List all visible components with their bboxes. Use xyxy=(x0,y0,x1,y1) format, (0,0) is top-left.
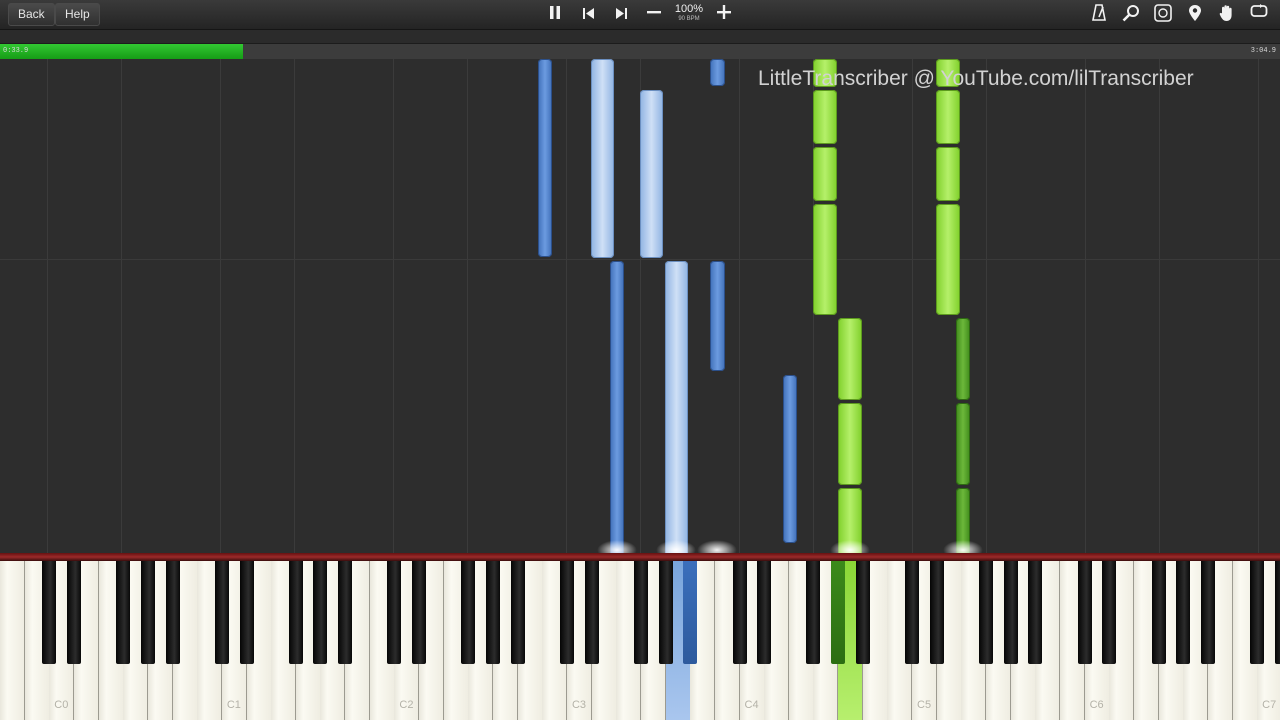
minus-icon[interactable] xyxy=(643,4,665,24)
octave-label: C4 xyxy=(744,699,759,711)
note xyxy=(591,59,614,258)
black-key[interactable] xyxy=(1200,561,1215,664)
black-key[interactable] xyxy=(559,561,574,664)
black-key[interactable] xyxy=(42,561,57,664)
black-key[interactable] xyxy=(732,561,747,664)
note xyxy=(838,403,862,485)
black-key[interactable] xyxy=(979,561,993,664)
loop-icon[interactable] xyxy=(1248,4,1270,24)
pause-icon[interactable] xyxy=(544,4,566,24)
octave-label: C1 xyxy=(226,699,241,711)
keyboard-top-rail xyxy=(0,553,1280,561)
note xyxy=(956,318,970,400)
black-key[interactable] xyxy=(412,561,427,664)
note xyxy=(813,147,837,201)
black-key[interactable] xyxy=(633,561,648,664)
black-key[interactable] xyxy=(288,561,303,664)
black-key[interactable] xyxy=(66,561,81,664)
toolbar: Back Help 100% 90 BPM xyxy=(0,0,1280,30)
note xyxy=(665,261,688,555)
black-key[interactable] xyxy=(855,561,870,664)
black-key[interactable] xyxy=(510,561,525,664)
note xyxy=(956,403,970,485)
black-key[interactable] xyxy=(1176,561,1191,664)
piano-keyboard: C0 C1 C2 C3 C4 C5 C6 C7 xyxy=(0,561,1280,720)
note xyxy=(813,204,837,315)
black-key[interactable] xyxy=(1077,561,1092,664)
note-roll: LittleTranscriber @ YouTube.com/lilTrans… xyxy=(0,59,1280,555)
octave-label: C2 xyxy=(399,699,414,711)
zoom-icon[interactable] xyxy=(1120,4,1142,24)
note xyxy=(610,261,624,555)
black-key[interactable] xyxy=(658,561,673,664)
black-key[interactable] xyxy=(929,561,944,664)
black-key[interactable] xyxy=(313,561,328,664)
tempo-label: 90 BPM xyxy=(678,16,700,22)
black-key[interactable] xyxy=(486,561,500,664)
black-key[interactable] xyxy=(1250,561,1265,664)
note xyxy=(813,90,837,144)
note xyxy=(838,318,862,400)
black-key[interactable] xyxy=(1003,561,1018,664)
skip-forward-icon[interactable] xyxy=(610,4,632,24)
note xyxy=(538,59,552,257)
black-key[interactable] xyxy=(1151,561,1166,664)
black-key[interactable] xyxy=(461,561,476,664)
speed-readout: 100% 90 BPM xyxy=(671,3,707,23)
note xyxy=(936,90,960,144)
black-key[interactable] xyxy=(1102,561,1117,664)
total-time: 3:04.9 xyxy=(1250,47,1276,55)
black-key[interactable] xyxy=(1274,561,1280,664)
metronome-icon[interactable] xyxy=(1088,4,1110,24)
black-key[interactable] xyxy=(387,561,402,664)
speed-percent: 100% xyxy=(674,3,704,15)
black-key[interactable] xyxy=(683,561,698,664)
octave-label: C6 xyxy=(1089,699,1104,711)
black-key[interactable] xyxy=(239,561,254,664)
key-signature-icon[interactable] xyxy=(1152,4,1174,24)
progress-fill xyxy=(0,44,244,59)
hand-icon[interactable] xyxy=(1216,4,1238,24)
octave-label: C7 xyxy=(1262,699,1277,711)
plus-icon[interactable] xyxy=(713,4,735,24)
octave-label: C0 xyxy=(54,699,69,711)
watermark-text: LittleTranscriber @ YouTube.com/lilTrans… xyxy=(758,67,1194,90)
note xyxy=(710,59,725,86)
elapsed-time: 0:33.9 xyxy=(3,47,29,55)
skip-back-icon[interactable] xyxy=(578,4,600,24)
note xyxy=(640,90,663,258)
black-key[interactable] xyxy=(757,561,772,664)
black-key[interactable] xyxy=(1028,561,1043,664)
black-key[interactable] xyxy=(806,561,821,664)
black-key[interactable] xyxy=(584,561,599,664)
marker-icon[interactable] xyxy=(1184,4,1206,24)
note xyxy=(783,375,797,543)
black-key[interactable] xyxy=(338,561,353,664)
black-key[interactable] xyxy=(905,561,920,664)
black-key[interactable] xyxy=(116,561,131,664)
black-key[interactable] xyxy=(831,561,846,664)
note xyxy=(936,204,960,315)
help-button[interactable]: Help xyxy=(55,3,100,26)
song-progress-bar[interactable]: 0:33.9 3:04.9 xyxy=(0,43,1280,60)
black-key[interactable] xyxy=(140,561,155,664)
note xyxy=(710,261,725,371)
octave-label: C5 xyxy=(917,699,932,711)
back-button[interactable]: Back xyxy=(8,3,55,26)
white-key[interactable] xyxy=(0,561,25,720)
black-key[interactable] xyxy=(214,561,229,664)
octave-label: C3 xyxy=(571,699,586,711)
note xyxy=(936,147,960,201)
black-key[interactable] xyxy=(165,561,180,664)
